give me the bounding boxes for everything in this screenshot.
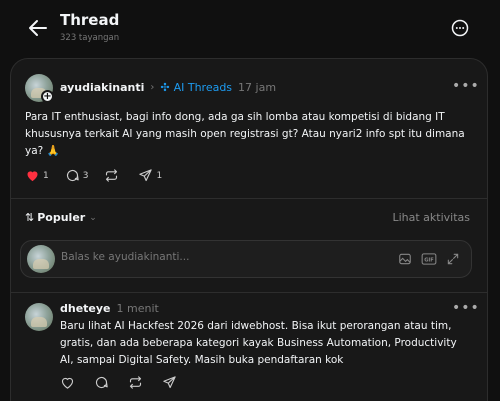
threads-topic-icon: ✣ (160, 81, 170, 94)
post-actions: 1 3 1 (25, 168, 178, 183)
image-icon[interactable] (397, 251, 413, 267)
reply-username[interactable]: dheteye (60, 302, 111, 315)
reply-input[interactable] (61, 251, 381, 263)
repost-icon (106, 169, 118, 182)
comment-icon (66, 169, 79, 182)
share-button[interactable] (162, 375, 180, 390)
expand-icon[interactable] (445, 251, 461, 267)
activity-link[interactable]: Lihat aktivitas (392, 211, 470, 224)
more-dots-icon[interactable]: ••• (452, 300, 480, 316)
sort-arrows-icon: ⇅ (25, 211, 35, 224)
divider (10, 198, 488, 199)
like-button[interactable] (60, 375, 78, 390)
sort-label: Populer (37, 211, 86, 224)
comment-button[interactable] (94, 375, 112, 390)
avatar[interactable] (25, 303, 53, 331)
reply-text: Baru lihat AI Hackfest 2026 dari idwebho… (60, 320, 457, 366)
more-dots-icon[interactable]: ••• (452, 78, 480, 94)
chevron-down-icon: ⌄ (89, 212, 97, 223)
share-count: 1 (156, 170, 163, 181)
reply-tools: GIF (389, 251, 461, 267)
post-time: 17 jam (238, 81, 277, 94)
back-arrow-icon[interactable] (26, 16, 50, 40)
share-icon (139, 169, 153, 182)
divider (10, 292, 488, 293)
heart-icon (27, 171, 38, 182)
page-title: Thread (60, 11, 120, 29)
repost-button[interactable] (128, 375, 146, 390)
post-topic[interactable]: AI Threads (174, 81, 232, 94)
reply-actions (60, 375, 196, 390)
sort-dropdown[interactable]: ⇅ Populer ⌄ (25, 211, 97, 224)
thread-page: Thread 323 tayangan + ayudiakinanti › ✣ … (0, 0, 500, 401)
svg-text:GIF: GIF (424, 257, 434, 263)
follow-plus-icon[interactable]: + (41, 90, 54, 103)
heart-icon (61, 377, 74, 389)
chevron-right-icon: › (150, 82, 155, 93)
reply-time: 1 menit (116, 302, 159, 315)
avatar (27, 245, 55, 273)
avatar[interactable]: + (25, 74, 54, 103)
gif-icon[interactable]: GIF (421, 251, 437, 267)
top-header: Thread 323 tayangan (0, 0, 500, 56)
post-username[interactable]: ayudiakinanti (60, 81, 144, 94)
like-count: 1 (43, 170, 49, 181)
comment-icon (95, 376, 108, 389)
reply-composer: GIF (20, 240, 472, 278)
comment-count: 3 (82, 170, 89, 181)
more-circle-icon[interactable] (450, 18, 470, 38)
repost-button[interactable] (104, 168, 122, 183)
share-icon (163, 376, 176, 389)
like-button[interactable]: 1 (25, 168, 49, 183)
post-header: ayudiakinanti › ✣ AI Threads 17 jam (60, 81, 276, 94)
reply-header: dheteye 1 menit (60, 302, 159, 315)
share-button[interactable]: 1 (138, 168, 162, 183)
view-count: 323 tayangan (60, 33, 120, 43)
comment-button[interactable]: 3 (65, 168, 89, 183)
scrollbar[interactable] (496, 0, 500, 401)
repost-icon (129, 376, 142, 389)
post-text: Para IT enthusiast, bagi info dong, ada … (25, 111, 465, 157)
